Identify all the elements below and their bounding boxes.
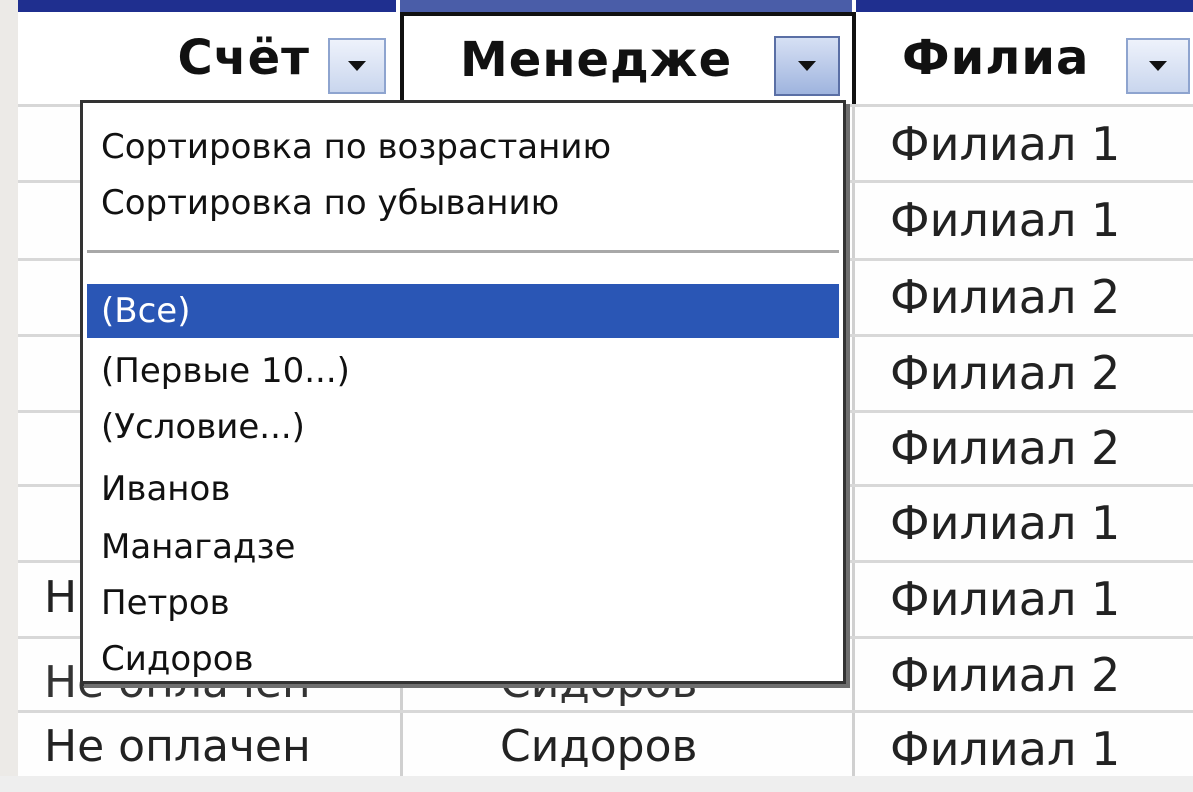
branch-cell[interactable]: Филиал 2	[890, 337, 1120, 409]
menu-selection-highlight	[87, 284, 839, 338]
status-cell-partial[interactable]: Н	[44, 572, 84, 632]
menu-item-condition[interactable]: (Условие...)	[101, 407, 305, 447]
menu-item-top10[interactable]: (Первые 10...)	[101, 351, 350, 391]
branch-cell[interactable]: Филиал 1	[890, 108, 1120, 180]
autofilter-manager-button[interactable]	[774, 36, 840, 96]
branch-cell[interactable]: Филиал 1	[890, 563, 1120, 635]
header-manager-label: Менедже	[460, 32, 733, 88]
autofilter-branch-button[interactable]	[1126, 38, 1190, 94]
autofilter-dropdown-menu: Сортировка по возрастанию Сортировка по …	[80, 100, 846, 684]
manager-cell[interactable]: Сидоров	[500, 716, 697, 776]
branch-cell[interactable]: Филиал 1	[890, 487, 1120, 559]
menu-item-sort-ascending[interactable]: Сортировка по возрастанию	[101, 127, 611, 167]
branch-cell[interactable]: Филиал 1	[890, 184, 1120, 256]
header-row: Счёт Менедже Филиа	[18, 12, 1193, 107]
branch-cell[interactable]: Филиал 2	[890, 412, 1120, 484]
chevron-down-icon	[1149, 61, 1167, 71]
top-border	[18, 0, 396, 12]
bottom-margin	[0, 776, 1193, 792]
chevron-down-icon	[348, 61, 366, 71]
chevron-down-icon	[798, 61, 816, 71]
left-margin	[0, 0, 18, 792]
branch-cell[interactable]: Филиал 2	[890, 261, 1120, 333]
column-divider	[852, 107, 855, 780]
top-border	[400, 0, 852, 12]
column-divider	[400, 684, 403, 780]
menu-separator	[87, 250, 839, 253]
autofilter-invoice-button[interactable]	[328, 38, 386, 94]
spreadsheet-window: Счёт Менедже Филиа Филиал 1 Филиал 1 Фил…	[0, 0, 1193, 792]
status-cell[interactable]: Не оплачен	[44, 716, 311, 776]
menu-item-value[interactable]: Манагадзе	[101, 527, 295, 567]
top-border	[856, 0, 1193, 12]
menu-item-value[interactable]: Сидоров	[101, 639, 254, 679]
menu-item-sort-descending[interactable]: Сортировка по убыванию	[101, 183, 559, 223]
header-invoice-label: Счёт	[177, 30, 310, 86]
menu-item-value[interactable]: Иванов	[101, 469, 230, 509]
header-branch-label: Филиа	[902, 30, 1090, 86]
menu-item-value[interactable]: Петров	[101, 583, 230, 623]
branch-cell[interactable]: Филиал 1	[890, 713, 1120, 785]
branch-cell[interactable]: Филиал 2	[890, 639, 1120, 711]
menu-item-all[interactable]: (Все)	[101, 291, 190, 331]
